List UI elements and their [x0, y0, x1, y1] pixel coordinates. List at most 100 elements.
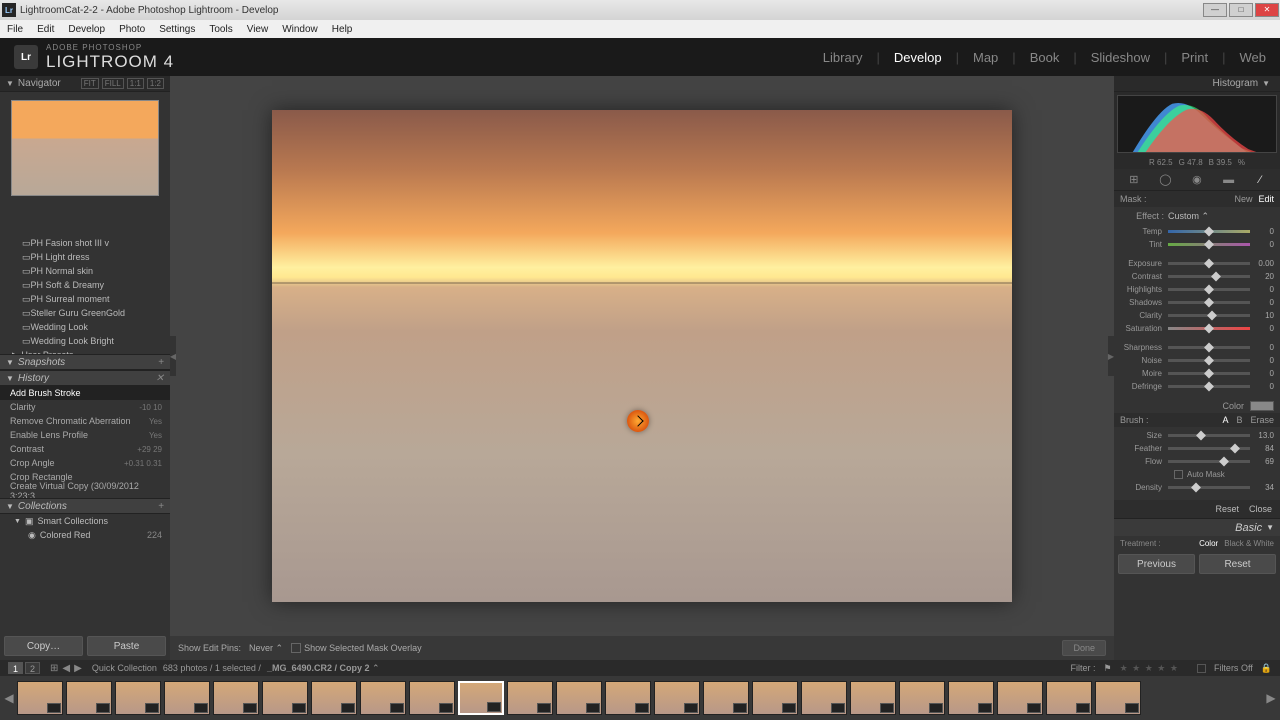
copy-button[interactable]: Copy… — [4, 636, 83, 656]
module-web[interactable]: Web — [1240, 50, 1267, 65]
menu-view[interactable]: View — [240, 24, 276, 35]
collections-header[interactable]: ▼ Collections + — [0, 498, 170, 514]
spot-tool-icon[interactable]: ◯ — [1156, 172, 1174, 188]
filmstrip-thumb[interactable] — [17, 681, 63, 715]
slider-density[interactable]: Density34 — [1120, 481, 1274, 494]
preset-item[interactable]: ▭ Wedding Look Bright — [0, 334, 170, 348]
close-icon[interactable]: ✕ — [156, 373, 164, 384]
filename[interactable]: _MG_6490.CR2 / Copy 2 ⌃ — [267, 663, 380, 674]
preset-item[interactable]: ▭ PH Fasion shot III v — [0, 236, 170, 250]
preset-item[interactable]: ▭ Wedding Look — [0, 320, 170, 334]
slider-highlights[interactable]: Highlights0 — [1120, 283, 1274, 296]
filmstrip-thumb[interactable] — [654, 681, 700, 715]
treatment-color[interactable]: Color — [1199, 539, 1218, 548]
filmstrip-thumb[interactable] — [850, 681, 896, 715]
color-filter-icon[interactable] — [1197, 664, 1206, 673]
color-swatch[interactable] — [1250, 401, 1274, 411]
module-develop[interactable]: Develop — [894, 50, 942, 65]
preset-item[interactable]: ▭ PH Light dress — [0, 250, 170, 264]
lock-icon[interactable]: 🔒 — [1261, 663, 1272, 674]
navigator-header[interactable]: ▼ Navigator FITFILL1:11:2 — [0, 76, 170, 92]
zoom-fill[interactable]: FILL — [102, 78, 124, 89]
history-row[interactable]: Add Brush Stroke — [0, 386, 170, 400]
filters-off[interactable]: Filters Off — [1214, 663, 1253, 673]
done-button[interactable]: Done — [1062, 640, 1106, 656]
source-label[interactable]: Quick Collection — [92, 663, 157, 674]
brush-tool-icon[interactable]: ⁄ — [1251, 172, 1269, 188]
history-row[interactable]: Clarity-10 10 — [0, 400, 170, 414]
filmstrip-prev[interactable]: ◀ — [4, 691, 14, 705]
brush-b[interactable]: B — [1236, 415, 1242, 425]
smart-collections-folder[interactable]: ▼ ▣ Smart Collections — [0, 514, 170, 528]
filmstrip-thumb[interactable] — [1046, 681, 1092, 715]
mask-edit[interactable]: Edit — [1258, 194, 1274, 204]
menu-tools[interactable]: Tools — [202, 24, 239, 35]
basic-header[interactable]: Basic ▼ — [1114, 518, 1280, 536]
secondary-display-2[interactable]: 2 — [25, 662, 40, 674]
filmstrip-thumb[interactable] — [213, 681, 259, 715]
preset-item[interactable]: ▭ PH Soft & Dreamy — [0, 278, 170, 292]
filmstrip-thumb[interactable] — [115, 681, 161, 715]
module-print[interactable]: Print — [1181, 50, 1208, 65]
filmstrip-thumb[interactable] — [311, 681, 357, 715]
module-map[interactable]: Map — [973, 50, 998, 65]
automask-checkbox[interactable]: Auto Mask — [1120, 468, 1274, 481]
filmstrip-thumb[interactable] — [360, 681, 406, 715]
image-canvas[interactable] — [272, 110, 1012, 602]
slider-size[interactable]: Size13.0 — [1120, 429, 1274, 442]
flag-filter-icon[interactable]: ⚑ — [1104, 663, 1112, 674]
close-button[interactable]: ✕ — [1255, 3, 1279, 17]
minimize-button[interactable]: — — [1203, 3, 1227, 17]
plus-icon[interactable]: + — [158, 501, 164, 512]
zoom-1-1[interactable]: 1:1 — [127, 78, 144, 89]
preset-item[interactable]: ▭ Steller Guru GreenGold — [0, 306, 170, 320]
filmstrip-thumb[interactable] — [605, 681, 651, 715]
histogram[interactable] — [1117, 95, 1277, 153]
slider-noise[interactable]: Noise0 — [1120, 354, 1274, 367]
filmstrip-thumb[interactable] — [507, 681, 553, 715]
treatment-bw[interactable]: Black & White — [1224, 539, 1274, 548]
slider-shadows[interactable]: Shadows0 — [1120, 296, 1274, 309]
right-panel-grip[interactable]: ▶ — [1108, 336, 1114, 376]
slider-feather[interactable]: Feather84 — [1120, 442, 1274, 455]
mask-new[interactable]: New — [1234, 194, 1252, 204]
filmstrip-thumb[interactable] — [801, 681, 847, 715]
brush-pin[interactable] — [627, 410, 649, 432]
crop-tool-icon[interactable]: ⊞ — [1125, 172, 1143, 188]
filmstrip-next[interactable]: ▶ — [1266, 691, 1276, 705]
menu-file[interactable]: File — [0, 24, 30, 35]
brush-erase[interactable]: Erase — [1250, 415, 1274, 425]
gradient-tool-icon[interactable]: ▬ — [1220, 172, 1238, 188]
history-row[interactable]: Contrast+29 29 — [0, 442, 170, 456]
rating-filter[interactable]: ★ ★ ★ ★ ★ — [1120, 663, 1179, 674]
filmstrip-thumb[interactable] — [948, 681, 994, 715]
filmstrip-thumb[interactable] — [66, 681, 112, 715]
reset-button[interactable]: Reset — [1199, 554, 1276, 574]
collection-item[interactable]: ◉ Colored Red 224 — [0, 528, 170, 542]
history-row[interactable]: Remove Chromatic AberrationYes — [0, 414, 170, 428]
filmstrip-thumb[interactable] — [458, 681, 504, 715]
filmstrip-thumb[interactable] — [1095, 681, 1141, 715]
paste-button[interactable]: Paste — [87, 636, 166, 656]
preset-item[interactable]: ▭ PH Surreal moment — [0, 292, 170, 306]
history-row[interactable]: Create Virtual Copy (30/09/2012 3:23:3… — [0, 484, 170, 498]
previous-button[interactable]: Previous — [1118, 554, 1195, 574]
module-book[interactable]: Book — [1030, 50, 1060, 65]
grid-view-icon[interactable]: ⊞ — [50, 663, 58, 674]
slider-tint[interactable]: Tint0 — [1120, 238, 1274, 251]
secondary-display-1[interactable]: 1 — [8, 662, 23, 674]
menu-settings[interactable]: Settings — [152, 24, 202, 35]
zoom-fit[interactable]: FIT — [81, 78, 99, 89]
plus-icon[interactable]: + — [158, 357, 164, 368]
slider-contrast[interactable]: Contrast20 — [1120, 270, 1274, 283]
menu-help[interactable]: Help — [325, 24, 360, 35]
nav-back-icon[interactable]: ◀ — [62, 663, 70, 674]
mask-reset-button[interactable]: Reset — [1215, 504, 1239, 514]
history-row[interactable]: Crop Angle+0.31 0.31 — [0, 456, 170, 470]
show-mask-checkbox[interactable]: Show Selected Mask Overlay — [291, 643, 422, 654]
preset-item[interactable]: ▭ PH Normal skin — [0, 264, 170, 278]
module-slideshow[interactable]: Slideshow — [1091, 50, 1150, 65]
filmstrip-thumb[interactable] — [262, 681, 308, 715]
nav-fwd-icon[interactable]: ▶ — [74, 663, 82, 674]
redeye-tool-icon[interactable]: ◉ — [1188, 172, 1206, 188]
